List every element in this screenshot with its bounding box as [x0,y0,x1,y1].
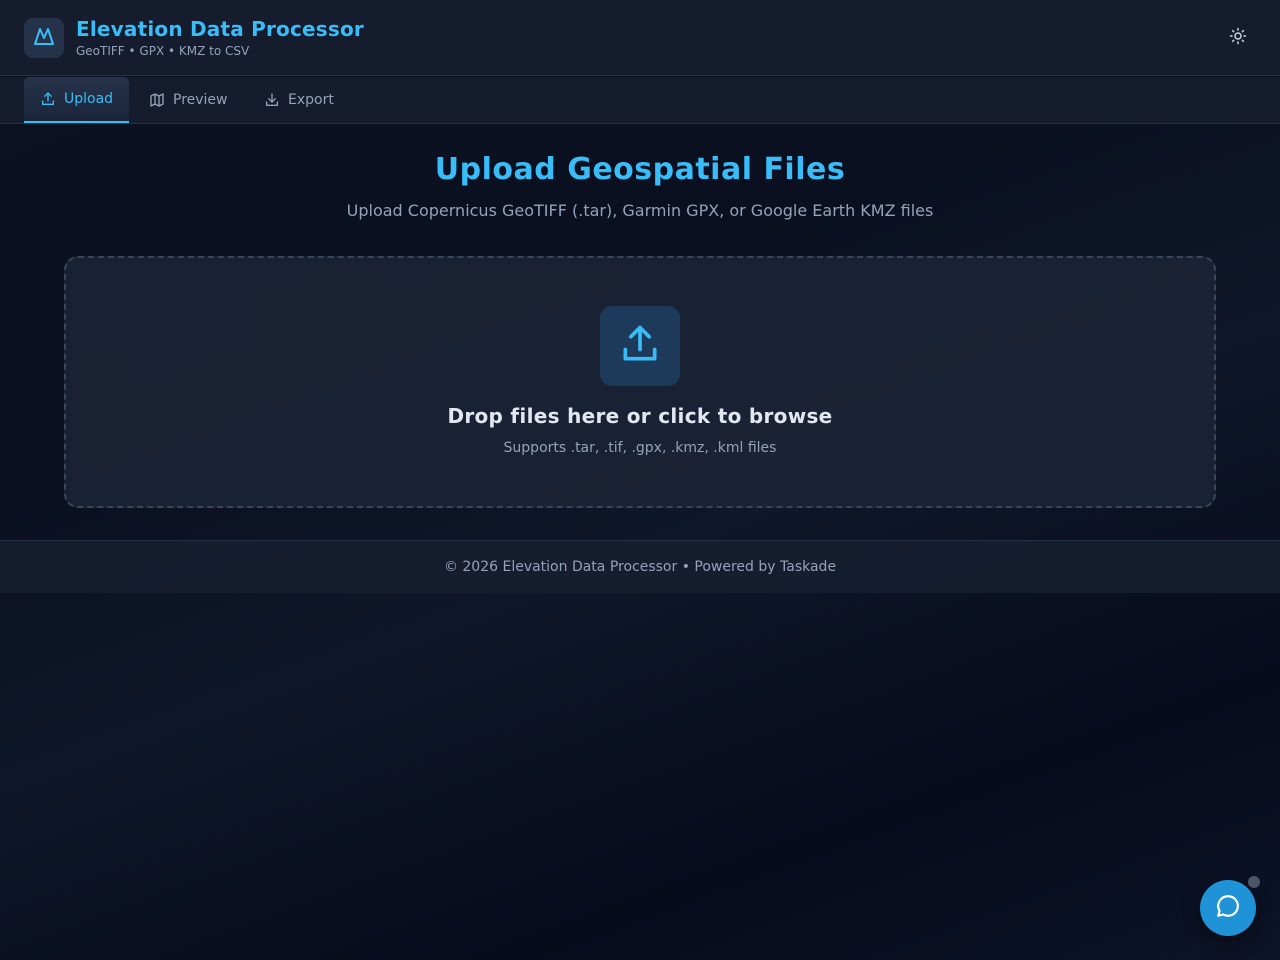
sun-icon [1229,27,1247,49]
app-logo [24,18,64,58]
app-subtitle: GeoTIFF • GPX • KMZ to CSV [76,44,250,58]
upload-icon [40,91,56,107]
map-icon [149,92,165,108]
tab-label: Export [288,92,334,108]
download-icon [264,92,280,108]
app-title: Elevation Data Processor [76,17,364,41]
page-footer: © 2026 Elevation Data Processor • Powere… [0,540,1280,593]
mountain-icon [32,24,56,52]
tab-bar: Upload Preview Export [0,77,1280,124]
tab-label: Preview [173,92,228,108]
page-title: Upload Geospatial Files [434,152,846,187]
file-dropzone[interactable]: Drop files here or click to browse Suppo… [64,256,1216,508]
footer-text: © 2026 Elevation Data Processor • Powere… [443,559,837,575]
page-subtitle: Upload Copernicus GeoTIFF (.tar), Garmin… [346,201,934,220]
chat-bubble-icon [1215,893,1241,923]
chat-button[interactable] [1200,880,1256,936]
tab-label: Upload [64,91,114,107]
theme-toggle-button[interactable] [1222,22,1254,54]
upload-tile [600,306,680,386]
tab-export[interactable]: Export [248,77,350,123]
chat-status-dot [1248,876,1260,888]
dropzone-hint: Supports .tar, .tif, .gpx, .kmz, .kml fi… [503,440,777,456]
upload-icon [618,322,662,370]
app-header: Elevation Data Processor GeoTIFF • GPX •… [0,0,1280,76]
dropzone-title: Drop files here or click to browse [447,404,833,428]
tab-upload[interactable]: Upload [24,77,129,123]
tab-preview[interactable]: Preview [133,77,244,123]
